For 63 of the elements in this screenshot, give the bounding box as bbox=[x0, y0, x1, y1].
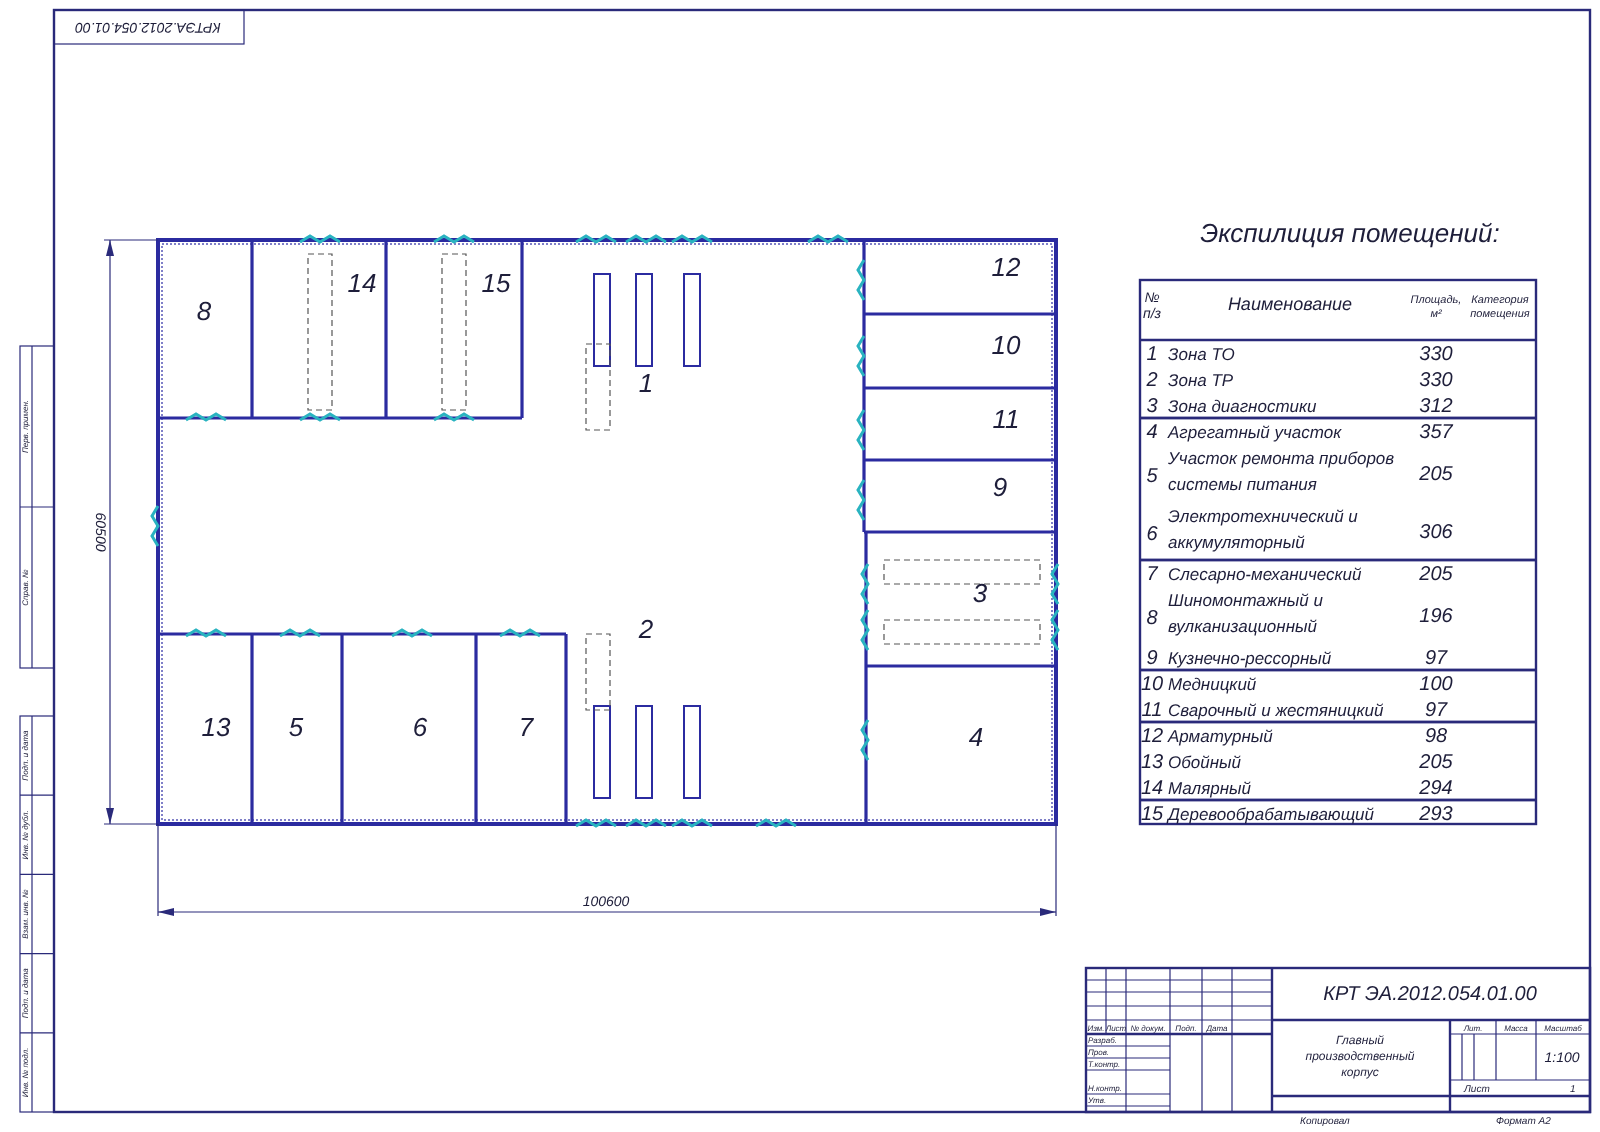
room-number: 12 bbox=[991, 252, 1021, 282]
room-name: Участок ремонта приборов системы питания bbox=[1168, 448, 1395, 494]
room-number: 10 bbox=[991, 330, 1021, 360]
room-name: Деревообрабатывающий bbox=[1168, 804, 1375, 824]
room-number: 3 bbox=[972, 578, 988, 608]
room-number: 9 bbox=[992, 472, 1008, 502]
room-number: 6 bbox=[412, 712, 428, 742]
room-number: 7 bbox=[518, 712, 534, 742]
row-number: 13 bbox=[1140, 752, 1164, 774]
room-name: Обойный bbox=[1168, 752, 1242, 772]
room-name: Арматурный bbox=[1168, 726, 1273, 746]
row-number: 11 bbox=[1141, 700, 1163, 722]
room-area: 306 bbox=[1419, 522, 1453, 544]
room-number: 11 bbox=[992, 404, 1020, 434]
column-header: Наименование bbox=[1227, 294, 1353, 314]
room-name: Малярный bbox=[1168, 778, 1252, 798]
room-number: 1 bbox=[638, 368, 654, 398]
room-number: 8 bbox=[196, 296, 212, 326]
room-area: 357 bbox=[1419, 422, 1453, 444]
row-number: 4 bbox=[1146, 422, 1158, 444]
room-area: 196 bbox=[1419, 606, 1453, 628]
row-number: 12 bbox=[1140, 726, 1164, 748]
row-number: 10 bbox=[1140, 674, 1164, 696]
room-area: 97 bbox=[1424, 648, 1448, 670]
room-number: 13 bbox=[201, 712, 231, 742]
room-area: 312 bbox=[1419, 396, 1453, 418]
room-name: Медницкий bbox=[1168, 674, 1257, 694]
room-number: 14 bbox=[347, 268, 377, 298]
room-number: 5 bbox=[288, 712, 304, 742]
room-name: Кузнечно-рессорный bbox=[1168, 648, 1332, 668]
room-name: Электротехнический и аккумуляторный bbox=[1168, 506, 1358, 552]
room-area: 294 bbox=[1419, 778, 1453, 800]
room-name: Агрегатный участок bbox=[1168, 422, 1342, 442]
room-area: 330 bbox=[1419, 344, 1453, 366]
row-number: 5 bbox=[1146, 466, 1158, 488]
row-number: 1 bbox=[1146, 344, 1158, 366]
room-name: Слесарно-механический bbox=[1168, 564, 1362, 584]
room-area: 98 bbox=[1424, 726, 1448, 748]
room-name: Зона ТО bbox=[1168, 344, 1235, 364]
room-number: 2 bbox=[638, 614, 654, 644]
room-area: 205 bbox=[1419, 564, 1453, 586]
row-number: 8 bbox=[1146, 608, 1158, 630]
row-number: 6 bbox=[1146, 524, 1158, 546]
row-number: 3 bbox=[1146, 396, 1158, 418]
room-name: Шиномонтажный и вулканизационный bbox=[1168, 590, 1323, 636]
row-number: 9 bbox=[1146, 648, 1158, 670]
room-name: Зона диагностики bbox=[1168, 396, 1317, 416]
row-number: 7 bbox=[1146, 564, 1158, 586]
room-name: Сварочный и жестяницкий bbox=[1168, 700, 1384, 720]
room-area: 205 bbox=[1419, 464, 1453, 486]
row-number: 2 bbox=[1146, 370, 1158, 392]
room-area: 293 bbox=[1419, 804, 1453, 826]
room-area: 100 bbox=[1419, 674, 1453, 696]
table-title: Экспилиция помещений: bbox=[1200, 218, 1500, 248]
room-area: 330 bbox=[1419, 370, 1453, 392]
row-number: 15 bbox=[1140, 804, 1164, 826]
room-number: 15 bbox=[481, 268, 511, 298]
drawing-designation: КРТ ЭА.2012.054.01.00 bbox=[1323, 984, 1537, 1006]
room-area: 205 bbox=[1419, 752, 1453, 774]
room-name: Зона ТР bbox=[1168, 370, 1234, 390]
room-number: 4 bbox=[968, 722, 984, 752]
row-number: 14 bbox=[1140, 778, 1164, 800]
room-area: 97 bbox=[1424, 700, 1448, 722]
